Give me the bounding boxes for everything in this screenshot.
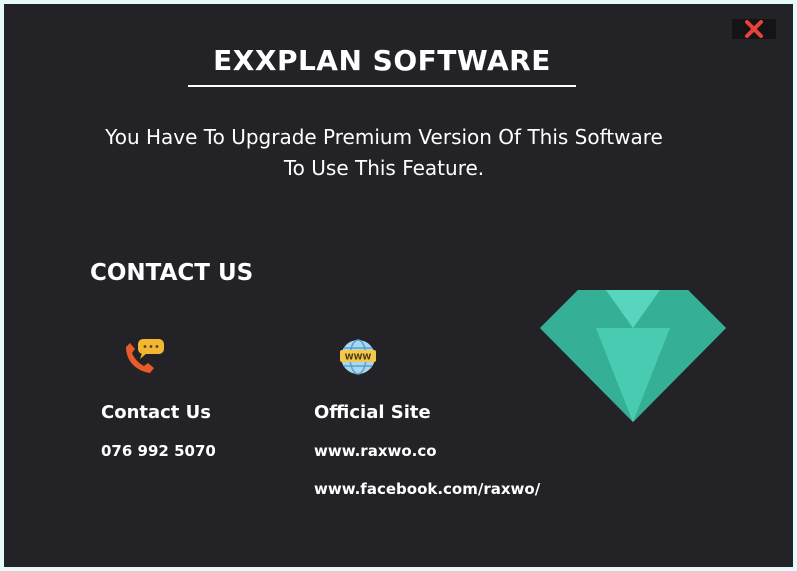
upgrade-dialog: EXXPLAN SOFTWARE You Have To Upgrade Pre…	[4, 4, 793, 567]
phone-chat-icon	[126, 339, 164, 373]
close-button[interactable]	[732, 19, 776, 39]
official-site-label: Official Site	[314, 402, 431, 423]
upgrade-message: You Have To Upgrade Premium Version Of T…	[64, 122, 704, 184]
upgrade-message-line-2: To Use This Feature.	[283, 156, 485, 180]
upgrade-message-line-1: You Have To Upgrade Premium Version Of T…	[105, 125, 663, 149]
www-globe-icon: WWW	[340, 339, 376, 375]
website-link[interactable]: www.raxwo.co	[314, 442, 437, 460]
dialog-title: EXXPLAN SOFTWARE	[213, 44, 551, 77]
svg-text:WWW: WWW	[345, 353, 372, 362]
phone-number: 076 992 5070	[101, 442, 216, 460]
diamond-icon	[540, 290, 726, 422]
close-x-icon	[745, 20, 763, 38]
title-underline	[188, 85, 576, 87]
contact-heading: CONTACT US	[90, 260, 254, 286]
contact-us-label: Contact Us	[101, 402, 212, 423]
facebook-link[interactable]: www.facebook.com/raxwo/	[314, 480, 540, 498]
